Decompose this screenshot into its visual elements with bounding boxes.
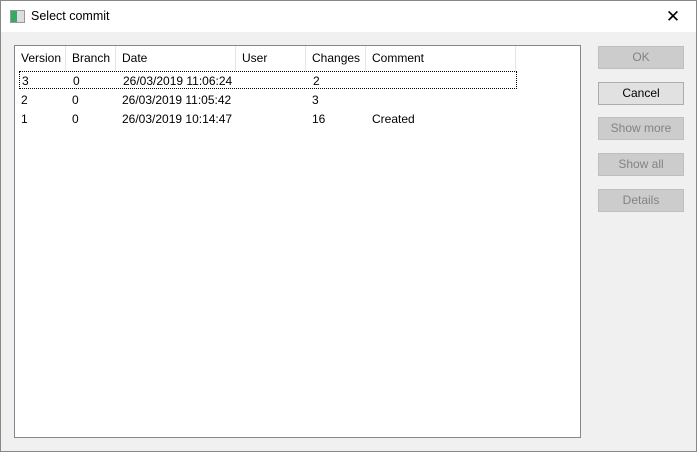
column-header-version[interactable]: Version xyxy=(15,46,66,71)
cell-changes: 3 xyxy=(312,93,319,107)
cell-version: 1 xyxy=(21,112,28,126)
title-bar: Select commit ✕ xyxy=(1,1,696,32)
cell-changes: 2 xyxy=(313,74,320,88)
ok-button[interactable]: OK xyxy=(598,46,684,69)
app-icon xyxy=(10,10,25,23)
cell-comment: Created xyxy=(372,112,415,126)
table-row[interactable]: 2 0 26/03/2019 11:05:42 3 xyxy=(19,91,517,109)
cell-comment xyxy=(371,72,511,88)
column-header-user[interactable]: User xyxy=(236,46,306,71)
cell-date: 26/03/2019 10:14:47 xyxy=(122,112,233,126)
column-header-comment[interactable]: Comment xyxy=(366,46,516,71)
column-header-date[interactable]: Date xyxy=(116,46,236,71)
column-header-branch[interactable]: Branch xyxy=(66,46,116,71)
cell-version: 2 xyxy=(21,93,28,107)
list-header: Version Branch Date User Changes Comment xyxy=(15,46,516,71)
cell-branch: 0 xyxy=(72,93,79,107)
commit-list[interactable]: Version Branch Date User Changes Comment… xyxy=(14,45,581,438)
close-icon[interactable]: ✕ xyxy=(650,1,696,32)
details-button[interactable]: Details xyxy=(598,189,684,212)
cell-date: 26/03/2019 11:06:24 xyxy=(123,74,233,88)
cancel-button[interactable]: Cancel xyxy=(598,82,684,105)
cell-branch: 0 xyxy=(72,112,79,126)
show-more-button[interactable]: Show more xyxy=(598,117,684,140)
select-commit-dialog: Select commit ✕ Version Branch Date User… xyxy=(0,0,697,452)
cell-changes: 16 xyxy=(312,112,326,126)
window-title: Select commit xyxy=(31,9,110,23)
cell-comment xyxy=(370,91,510,109)
table-row[interactable]: 1 0 26/03/2019 10:14:47 16 Created xyxy=(19,110,517,128)
cell-version: 3 xyxy=(22,74,29,88)
column-header-changes[interactable]: Changes xyxy=(306,46,366,71)
cell-branch: 0 xyxy=(73,74,80,88)
show-all-button[interactable]: Show all xyxy=(598,153,684,176)
cell-date: 26/03/2019 11:05:42 xyxy=(122,93,232,107)
table-row[interactable]: 3 0 26/03/2019 11:06:24 2 xyxy=(19,71,517,89)
